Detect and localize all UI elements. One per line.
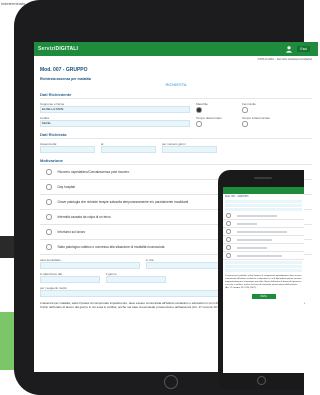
female-radio[interactable] bbox=[242, 107, 248, 113]
phone-field[interactable] bbox=[225, 269, 302, 272]
phone-notice-paragraph: L'assenza per malattia, salvo l'ipotesi … bbox=[225, 275, 302, 289]
phone-motivation-item[interactable] bbox=[223, 212, 304, 220]
app-logo: ServiziDIGITALI bbox=[38, 46, 79, 52]
attention-from-field[interactable] bbox=[40, 276, 100, 283]
background-dark-strip bbox=[0, 236, 14, 258]
motivation-radio[interactable] bbox=[226, 237, 231, 242]
male-label: Maschile bbox=[196, 102, 208, 106]
domicile-field[interactable] bbox=[40, 262, 140, 269]
permanent-radio[interactable] bbox=[242, 121, 248, 127]
tablet-home-button[interactable] bbox=[164, 375, 178, 389]
phone-send-button[interactable]: INVIA bbox=[251, 294, 276, 299]
phone-motivation-item[interactable] bbox=[223, 220, 304, 228]
form-title: Mod. 007 - GRUPPO bbox=[40, 67, 88, 73]
motivation-radio[interactable] bbox=[226, 253, 231, 258]
corner-caption: indeterminato bbox=[1, 1, 26, 6]
motivation-radio[interactable] bbox=[46, 169, 52, 175]
motivation-radio[interactable] bbox=[226, 221, 231, 226]
motivation-radio[interactable] bbox=[46, 214, 52, 220]
motivation-radio[interactable] bbox=[46, 184, 52, 190]
phone-motivation-item[interactable] bbox=[223, 244, 304, 252]
code-field[interactable]: Mobile bbox=[40, 120, 190, 127]
motivation-radio[interactable] bbox=[226, 229, 231, 234]
request-section-title: Dati Richiesta bbox=[40, 132, 312, 139]
text-line bbox=[236, 238, 272, 241]
phone-motivation-item[interactable] bbox=[223, 228, 304, 236]
form-subtitle: Richiesta assenza per malattia bbox=[40, 77, 91, 81]
background-green-strip bbox=[0, 312, 14, 370]
exit-button[interactable]: Esci bbox=[297, 46, 310, 52]
days-count-field[interactable] bbox=[162, 146, 217, 153]
absence-to-field[interactable] bbox=[101, 146, 156, 153]
text-line bbox=[236, 214, 277, 217]
worker-section-title: Dati Richiedente bbox=[40, 92, 312, 99]
text-line bbox=[236, 230, 287, 233]
phone-home-button[interactable] bbox=[257, 376, 266, 385]
phone-field[interactable] bbox=[225, 200, 302, 203]
permanent-label: Tempo indeterminato bbox=[242, 116, 271, 120]
phone-speaker bbox=[254, 177, 272, 179]
phone-motivation-item[interactable] bbox=[223, 252, 304, 260]
phone-app-header bbox=[223, 187, 304, 194]
app-header: ServiziDIGITALI Esci bbox=[34, 42, 318, 56]
fixed-term-radio[interactable] bbox=[196, 121, 202, 127]
phone-device: Mod. 007 - GRUPPO L'assenza per malattia… bbox=[218, 170, 304, 390]
motivation-section-title: Motivazione bbox=[40, 158, 312, 165]
phone-form-title: Mod. 007 - GRUPPO bbox=[225, 195, 249, 198]
phone-field[interactable] bbox=[225, 208, 302, 211]
phone-field[interactable] bbox=[225, 265, 302, 268]
reasons-field[interactable] bbox=[40, 290, 240, 297]
absence-from-field[interactable] bbox=[40, 146, 95, 153]
motivation-radio[interactable] bbox=[46, 229, 52, 235]
motivation-radio[interactable] bbox=[226, 245, 231, 250]
phone-field[interactable] bbox=[225, 261, 302, 264]
female-label: Femminile bbox=[242, 102, 256, 106]
user-icon[interactable] bbox=[285, 45, 293, 53]
motivation-radio[interactable] bbox=[46, 244, 52, 250]
phone-field[interactable] bbox=[225, 204, 302, 207]
motivation-radio[interactable] bbox=[226, 213, 231, 218]
phone-motivation-item[interactable] bbox=[223, 236, 304, 244]
male-radio[interactable] bbox=[196, 107, 202, 113]
motivation-radio[interactable] bbox=[46, 199, 52, 205]
text-line bbox=[236, 246, 267, 249]
text-line bbox=[236, 222, 257, 225]
day-field[interactable] bbox=[106, 276, 166, 283]
request-label: RICHIESTA bbox=[165, 82, 187, 87]
name-field[interactable]: ELISE LA PAPE bbox=[40, 106, 190, 113]
fixed-term-label: Tempo determinato bbox=[196, 116, 222, 120]
phone-screen: Mod. 007 - GRUPPO L'assenza per malattia… bbox=[223, 187, 304, 373]
text-line bbox=[236, 254, 282, 257]
